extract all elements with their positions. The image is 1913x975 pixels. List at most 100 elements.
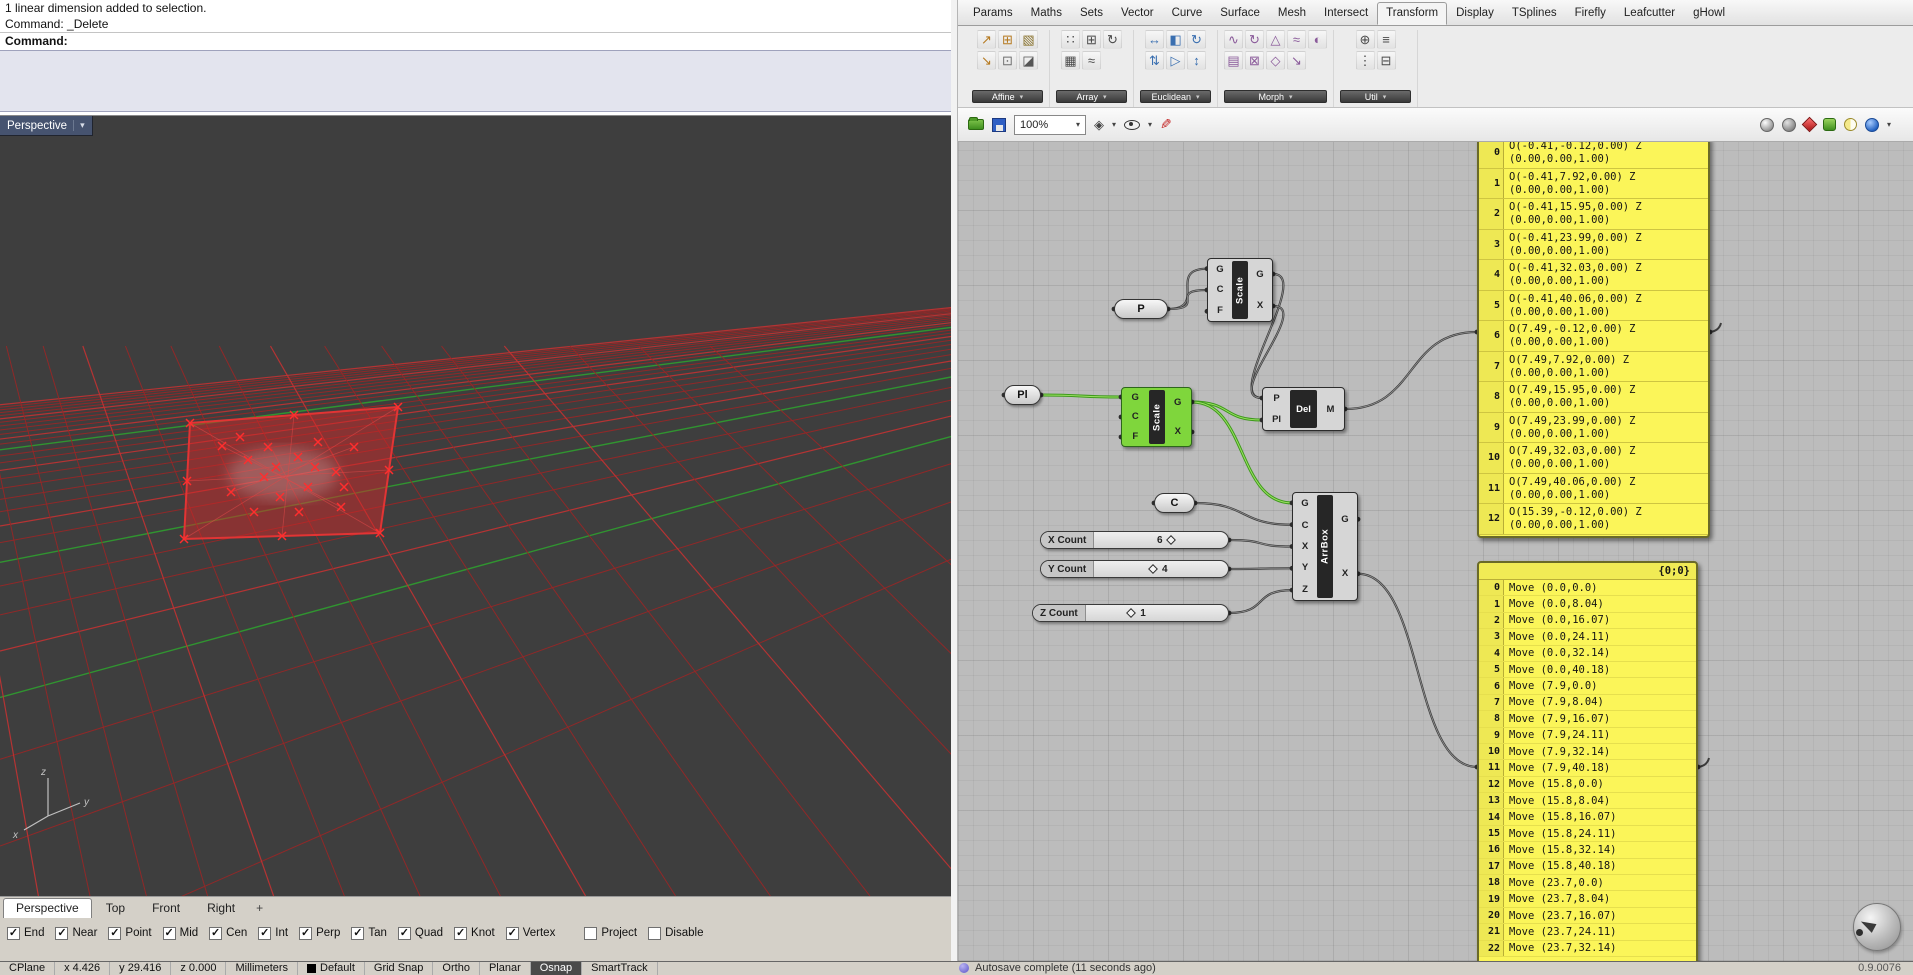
- gh-menu-mesh[interactable]: Mesh: [1269, 2, 1315, 25]
- splop-icon[interactable]: ◇: [1266, 51, 1285, 70]
- osnap-vertex[interactable]: ✓ Vertex: [505, 926, 555, 940]
- osnap-checkbox-quad[interactable]: ✓: [397, 926, 411, 940]
- status-z-0-000[interactable]: z 0.000: [171, 962, 227, 975]
- component-arrbox[interactable]: G C X Y Z ArrBox G X: [1292, 492, 1358, 601]
- status-grid-snap[interactable]: Grid Snap: [365, 962, 434, 975]
- graft-icon[interactable]: ≡: [1376, 30, 1396, 49]
- viewport-menu-arrow-icon[interactable]: ▾: [73, 120, 85, 131]
- rotate-axis-icon[interactable]: ⇅: [1145, 51, 1164, 70]
- param-p[interactable]: P: [1114, 299, 1168, 319]
- toolbar-group-label-euclidean[interactable]: Euclidean ▾: [1140, 90, 1211, 103]
- osnap-tan[interactable]: ✓ Tan: [351, 926, 387, 940]
- blue-sphere-icon[interactable]: [1864, 117, 1879, 132]
- status-ortho[interactable]: Ortho: [433, 962, 480, 975]
- input-port-c[interactable]: C: [1302, 520, 1309, 531]
- param-c[interactable]: C: [1154, 493, 1195, 513]
- viewport-tab-perspective[interactable]: Perspective: [3, 898, 92, 918]
- input-port-pl[interactable]: Pl: [1272, 414, 1281, 425]
- osnap-checkbox-int[interactable]: ✓: [258, 926, 272, 940]
- gh-canvas[interactable]: P G C F Scale G X Pl G C F Scale G X P Pl Del M C G C X Y Z ArrB…: [958, 142, 1913, 961]
- osnap-int[interactable]: ✓ Int: [258, 926, 288, 940]
- twist-icon[interactable]: ↻: [1245, 30, 1264, 49]
- gh-menu-ghowl[interactable]: gHowl: [1684, 2, 1734, 25]
- move-icon[interactable]: ↔: [1145, 30, 1164, 49]
- sporph-icon[interactable]: ⊠: [1245, 51, 1264, 70]
- osnap-checkbox-vertex[interactable]: ✓: [505, 926, 519, 940]
- osnap-near[interactable]: ✓ Near: [55, 926, 97, 940]
- command-input[interactable]: [0, 50, 951, 112]
- stretch-icon[interactable]: ↘: [1287, 51, 1306, 70]
- input-port-f[interactable]: F: [1217, 305, 1223, 316]
- simplify-icon[interactable]: ⊟: [1376, 51, 1396, 70]
- input-port-g[interactable]: G: [1216, 264, 1223, 275]
- gh-menu-sets[interactable]: Sets: [1071, 2, 1112, 25]
- viewport-tab-top[interactable]: Top: [93, 898, 138, 918]
- slider-track[interactable]: 1: [1086, 605, 1228, 621]
- scale-nu-icon[interactable]: ⊞: [998, 30, 1017, 49]
- output-port-g[interactable]: G: [1256, 269, 1263, 280]
- component-scale-selected[interactable]: G C F Scale G X: [1121, 387, 1192, 447]
- mirror-icon[interactable]: ◧: [1166, 30, 1185, 49]
- custom-preview-icon[interactable]: [1843, 118, 1857, 131]
- output-port-m[interactable]: M: [1327, 404, 1335, 415]
- osnap-checkbox-end[interactable]: ✓: [7, 926, 20, 940]
- shear-icon[interactable]: ▧: [1019, 30, 1038, 49]
- param-pl[interactable]: Pl: [1004, 385, 1041, 405]
- zoom-extents-icon[interactable]: ◈: [1094, 117, 1104, 133]
- open-file-button[interactable]: [968, 117, 984, 130]
- new-viewport-tab-button[interactable]: +: [249, 899, 270, 918]
- polar-array-icon[interactable]: ↻: [1103, 30, 1122, 49]
- viewport-tab-right[interactable]: Right: [194, 898, 248, 918]
- input-port-p[interactable]: P: [1273, 393, 1279, 404]
- navigation-ball[interactable]: [1853, 903, 1901, 951]
- toolbar-group-label-morph[interactable]: Morph ▾: [1224, 90, 1327, 103]
- gem-icon[interactable]: [1801, 116, 1818, 133]
- split-list-icon[interactable]: ⊕: [1355, 30, 1375, 49]
- curve-array-icon[interactable]: ≈: [1082, 51, 1101, 70]
- input-port-z[interactable]: Z: [1302, 584, 1308, 595]
- osnap-checkbox-point[interactable]: ✓: [108, 926, 122, 940]
- perspective-viewport[interactable]: z y x Perspective ▾: [0, 116, 951, 896]
- status-smarttrack[interactable]: SmartTrack: [582, 962, 658, 975]
- viewport-tab-front[interactable]: Front: [139, 898, 193, 918]
- output-port-x[interactable]: X: [1257, 300, 1263, 311]
- input-port-c[interactable]: C: [1132, 411, 1139, 422]
- osnap-checkbox-cen[interactable]: ✓: [209, 926, 223, 940]
- osnap-checkbox-near[interactable]: ✓: [55, 926, 69, 940]
- zoom-extents-dropdown-icon[interactable]: ▾: [1112, 120, 1116, 129]
- preview-eye-button[interactable]: [1124, 119, 1141, 130]
- flow-icon[interactable]: ≈: [1287, 30, 1306, 49]
- output-port-g[interactable]: G: [1174, 397, 1181, 408]
- gh-menu-tsplines[interactable]: TSplines: [1503, 2, 1566, 25]
- camera-obscura-icon[interactable]: ◪: [1019, 51, 1038, 70]
- move-to-plane-icon[interactable]: ↕: [1187, 51, 1206, 70]
- preview-dropdown-icon[interactable]: ▾: [1148, 120, 1152, 129]
- input-port-y[interactable]: Y: [1302, 562, 1308, 573]
- save-file-button[interactable]: [992, 117, 1006, 132]
- bend-icon[interactable]: ∿: [1224, 30, 1243, 49]
- gh-menu-vector[interactable]: Vector: [1112, 2, 1163, 25]
- gh-menu-intersect[interactable]: Intersect: [1315, 2, 1377, 25]
- osnap-quad[interactable]: ✓ Quad: [397, 926, 443, 940]
- output-port-x[interactable]: X: [1342, 568, 1348, 579]
- osnap-knot[interactable]: ✓ Knot: [454, 926, 495, 940]
- input-port-x[interactable]: X: [1302, 541, 1308, 552]
- toolbar-group-label-affine[interactable]: Affine ▾: [972, 90, 1043, 103]
- osnap-checkbox-project[interactable]: ✓: [584, 926, 598, 940]
- slider-track[interactable]: 6: [1094, 532, 1228, 548]
- data-panel-planes[interactable]: 0 O(-0.41,-0.12,0.00) Z (0.00,0.00,1.00) 1…: [1477, 142, 1710, 538]
- input-port-g[interactable]: G: [1301, 498, 1308, 509]
- slider-y-count[interactable]: Y Count 4: [1040, 560, 1229, 578]
- output-port-g[interactable]: G: [1341, 514, 1348, 525]
- gh-menu-params[interactable]: Params: [964, 2, 1022, 25]
- paint-brush-icon[interactable]: ✎: [1160, 116, 1172, 133]
- osnap-project[interactable]: ✓Project: [584, 926, 637, 940]
- status-osnap[interactable]: Osnap: [530, 962, 583, 975]
- osnap-end[interactable]: ✓ End: [7, 926, 44, 940]
- gh-menu-display[interactable]: Display: [1447, 2, 1503, 25]
- gh-menu-firefly[interactable]: Firefly: [1566, 2, 1615, 25]
- project-icon[interactable]: ⊡: [998, 51, 1017, 70]
- status-planar[interactable]: Planar: [480, 962, 531, 975]
- selected-preview-icon[interactable]: [1822, 118, 1836, 131]
- zoom-select[interactable]: 100% ▾: [1014, 114, 1086, 135]
